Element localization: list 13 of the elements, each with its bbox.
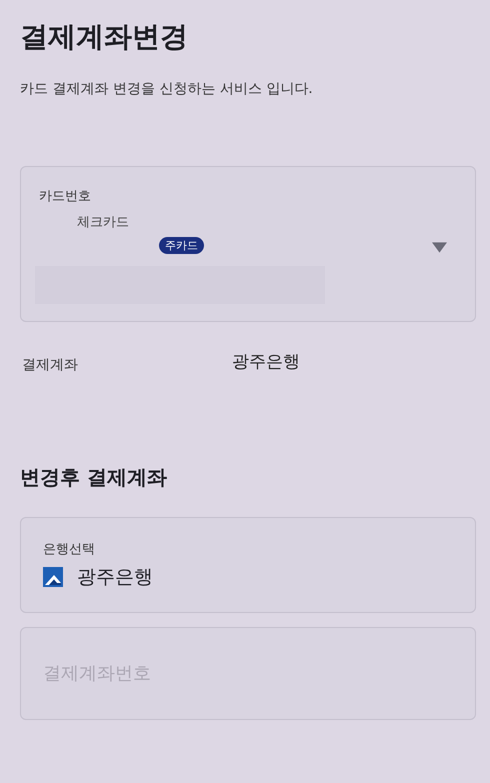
bank-logo-icon xyxy=(43,567,63,587)
card-type: 체크카드 xyxy=(77,214,130,231)
selected-bank: 광주은행 xyxy=(77,565,153,590)
page-title: 결제계좌변경 xyxy=(20,19,189,55)
field-label: 결제계좌 xyxy=(22,356,79,374)
section-heading: 변경후 결제계좌 xyxy=(20,464,168,491)
bank-select-field[interactable]: 은행선택 광주은행 xyxy=(20,517,476,613)
field-label: 카드번호 xyxy=(39,188,92,205)
field-label: 은행선택 xyxy=(43,541,95,558)
caret-icon xyxy=(432,242,447,253)
main-card-badge: 주카드 xyxy=(159,237,204,254)
account-bank: 광주은행 xyxy=(232,350,300,372)
page-description: 카드 결제계좌 변경을 신청하는 서비스 입니다. xyxy=(20,80,314,98)
